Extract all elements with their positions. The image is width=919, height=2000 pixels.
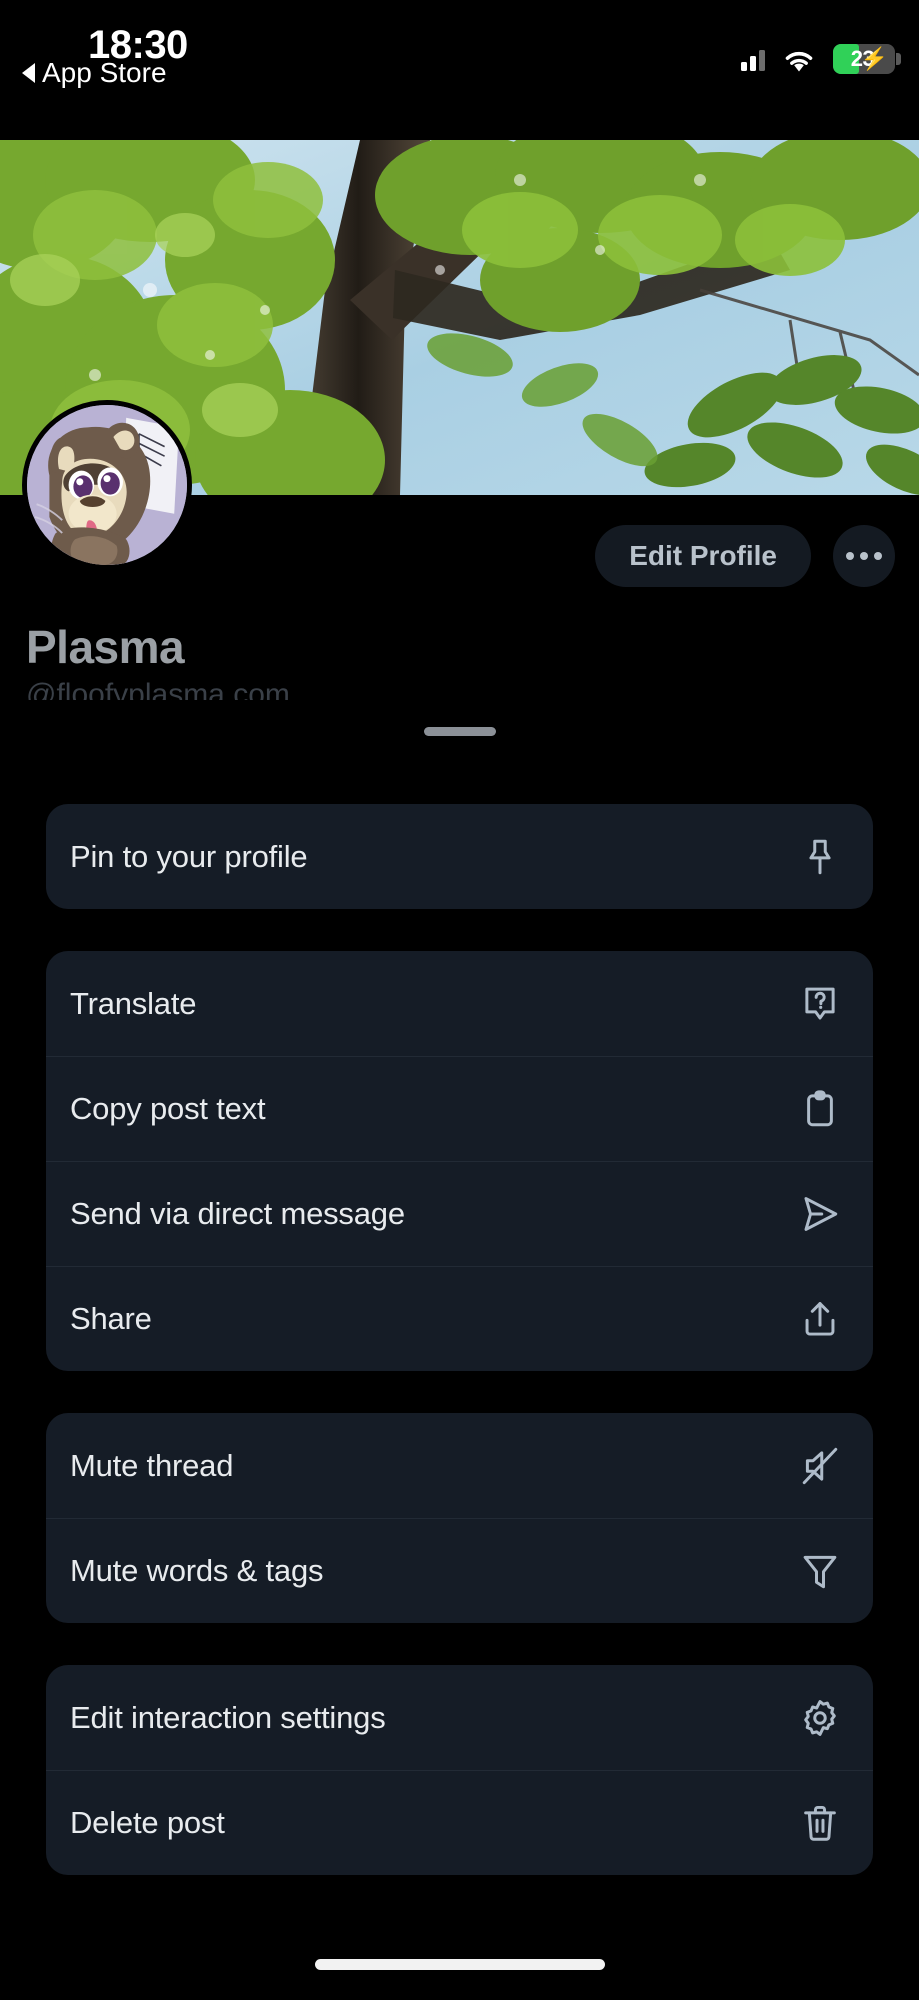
wifi-icon bbox=[782, 47, 816, 72]
menu-item-edit-interaction-settings[interactable]: Edit interaction settings bbox=[46, 1665, 873, 1770]
menu-item-label: Delete post bbox=[70, 1804, 225, 1840]
more-options-button[interactable] bbox=[833, 525, 895, 587]
back-label: App Store bbox=[42, 57, 167, 88]
clipboard-icon bbox=[797, 1086, 843, 1132]
menu-item-label: Mute thread bbox=[70, 1447, 234, 1483]
sheet-drag-handle[interactable] bbox=[423, 727, 496, 736]
avatar[interactable] bbox=[22, 400, 192, 570]
battery-cap bbox=[896, 53, 901, 65]
menu-item-label: Pin to your profile bbox=[70, 838, 308, 874]
menu-item-pin-to-profile[interactable]: Pin to your profile bbox=[46, 804, 873, 909]
gear-icon bbox=[797, 1695, 843, 1741]
post-options-sheet: Pin to your profile Translate Copy post bbox=[0, 700, 919, 2000]
trash-icon bbox=[797, 1800, 843, 1846]
filter-funnel-icon bbox=[797, 1548, 843, 1594]
menu-item-label: Mute words & tags bbox=[70, 1552, 324, 1588]
paper-plane-icon bbox=[797, 1191, 843, 1237]
cellular-signal-icon bbox=[741, 47, 765, 71]
share-upload-icon bbox=[797, 1296, 843, 1342]
menu-item-translate[interactable]: Translate bbox=[46, 951, 873, 1056]
pin-icon bbox=[797, 834, 843, 880]
battery-indicator: 23 ⚡ bbox=[833, 44, 901, 74]
ellipsis-icon-dot bbox=[874, 552, 882, 560]
options-group: Edit interaction settings Delete post bbox=[46, 1665, 873, 1875]
lightning-bolt-icon: ⚡ bbox=[860, 46, 888, 71]
menu-item-label: Translate bbox=[70, 985, 197, 1021]
ellipsis-icon-dot bbox=[860, 552, 868, 560]
options-group: Mute thread Mute words & tags bbox=[46, 1413, 873, 1623]
menu-item-label: Copy post text bbox=[70, 1090, 266, 1126]
menu-item-mute-words-and-tags[interactable]: Mute words & tags bbox=[46, 1518, 873, 1623]
home-indicator[interactable] bbox=[314, 1959, 605, 1970]
menu-item-label: Send via direct message bbox=[70, 1195, 405, 1231]
status-bar: 18:30 App Store 23 ⚡ bbox=[0, 0, 919, 115]
back-to-app-store-button[interactable]: App Store bbox=[22, 57, 167, 89]
profile-action-buttons: Edit Profile bbox=[595, 525, 895, 587]
menu-item-label: Edit interaction settings bbox=[70, 1699, 386, 1735]
menu-item-delete-post[interactable]: Delete post bbox=[46, 1770, 873, 1875]
ellipsis-icon-dot bbox=[846, 552, 854, 560]
menu-item-share[interactable]: Share bbox=[46, 1266, 873, 1371]
translate-question-bubble-icon bbox=[797, 981, 843, 1027]
speaker-mute-icon bbox=[797, 1443, 843, 1489]
profile-display-name: Plasma bbox=[26, 621, 185, 673]
menu-item-mute-thread[interactable]: Mute thread bbox=[46, 1413, 873, 1518]
menu-item-copy-post-text[interactable]: Copy post text bbox=[46, 1056, 873, 1161]
options-group: Pin to your profile bbox=[46, 804, 873, 909]
status-bar-indicators: 23 ⚡ bbox=[741, 44, 901, 74]
triangle-left-icon bbox=[22, 63, 35, 83]
edit-profile-button[interactable]: Edit Profile bbox=[595, 525, 811, 587]
options-group: Translate Copy post text Send via direct… bbox=[46, 951, 873, 1371]
menu-item-label: Share bbox=[70, 1300, 152, 1336]
menu-item-send-via-direct-message[interactable]: Send via direct message bbox=[46, 1161, 873, 1266]
